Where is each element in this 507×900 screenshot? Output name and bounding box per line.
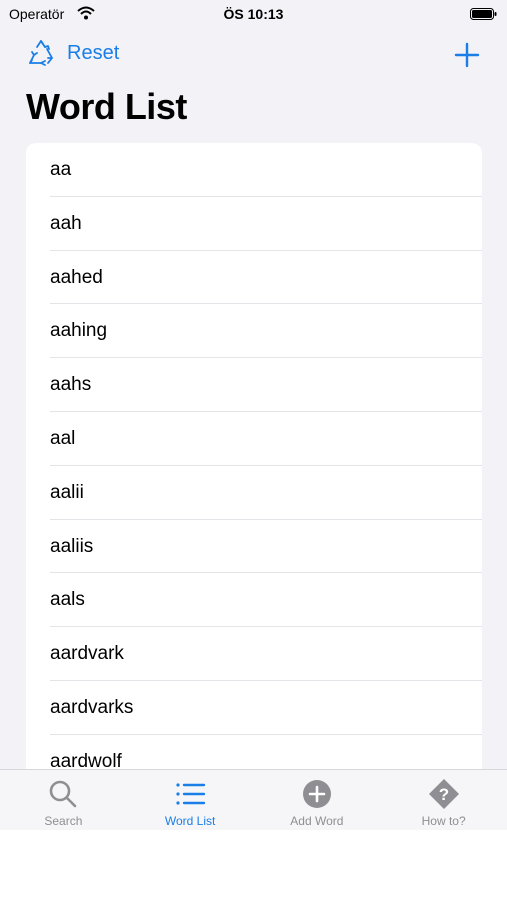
navigation-bar: Reset — [0, 30, 507, 76]
page-title: Word List — [26, 86, 187, 127]
tab-label: Word List — [164, 814, 216, 828]
recycle-icon — [29, 40, 53, 66]
list-item[interactable]: aahs — [26, 358, 482, 412]
plus-circle-icon — [302, 780, 331, 808]
word-label: aah — [50, 212, 82, 234]
status-bar: Operatör ÖS 10:13 — [0, 0, 507, 28]
tab-how-to[interactable]: ? How to? — [380, 770, 507, 830]
battery-icon — [470, 8, 497, 20]
word-label: aahed — [50, 266, 103, 288]
tab-label: Add Word — [290, 814, 344, 828]
word-label: aaliis — [50, 535, 94, 557]
plus-icon[interactable] — [452, 40, 482, 70]
tab-label: How to? — [421, 814, 466, 828]
tab-add-word[interactable]: Add Word — [254, 770, 381, 830]
status-time: ÖS 10:13 — [223, 6, 284, 22]
tab-bar: Search Word List Add Word ? How to? — [0, 769, 507, 830]
list-item[interactable]: aahing — [26, 304, 482, 359]
tab-label: Search — [44, 814, 83, 828]
reset-button[interactable]: Reset — [26, 37, 119, 69]
list-item[interactable]: aardvarks — [26, 681, 482, 735]
list-item[interactable]: aaliis — [26, 520, 482, 574]
word-label: aardvarks — [50, 696, 134, 718]
tab-word-list[interactable]: Word List — [127, 770, 254, 830]
word-label: aalii — [50, 481, 84, 503]
list-item[interactable]: aardvark — [26, 627, 482, 681]
list-item[interactable]: aal — [26, 412, 482, 466]
word-label: aa — [50, 159, 72, 180]
reset-label: Reset — [67, 41, 120, 64]
svg-text:?: ? — [438, 785, 448, 804]
list-item[interactable]: aalii — [26, 466, 482, 520]
word-label: aahs — [50, 374, 92, 396]
word-label: aahing — [50, 320, 108, 342]
list-item[interactable]: aahed — [26, 251, 482, 305]
word-label: aardvark — [50, 643, 124, 665]
tab-search[interactable]: Search — [0, 770, 127, 830]
list-item[interactable]: aa — [26, 143, 482, 197]
list-icon — [176, 783, 206, 805]
list-item[interactable]: aals — [26, 573, 482, 628]
word-label: aal — [50, 427, 76, 449]
word-label: aals — [50, 589, 85, 611]
magnifying-glass-icon — [50, 780, 77, 808]
word-list: aa aah aahed aahing aahs aal aalii aaliis aals aa… — [26, 143, 482, 803]
app-screen: Operatör ÖS 10:13 Reset Word List aa aah… — [0, 0, 507, 830]
question-diamond-icon: ? — [428, 779, 459, 809]
list-item[interactable]: aah — [26, 197, 482, 251]
